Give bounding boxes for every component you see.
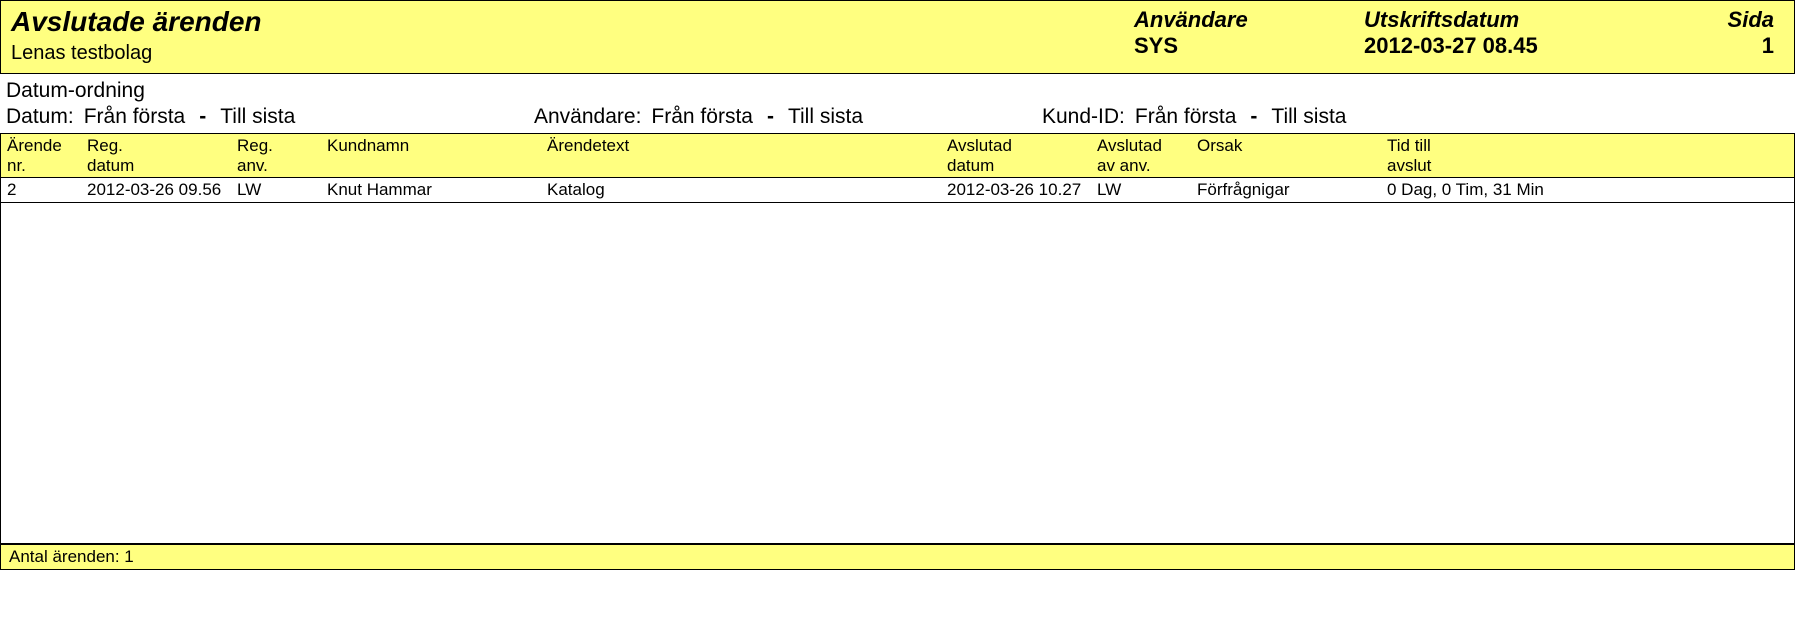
table-body: 2 2012-03-26 09.56 LW Knut Hammar Katalo… [1, 178, 1794, 543]
header-user-col: Användare SYS [1134, 7, 1334, 59]
col-orsak: Orsak [1191, 136, 1381, 175]
header-date-col: Utskriftsdatum 2012-03-27 08.45 [1364, 7, 1684, 59]
col-avslutad-datum: Avslutad datum [941, 136, 1091, 175]
filter-datum: Datum: Från första - Till sista [6, 105, 526, 129]
cell-avsanv: LW [1091, 180, 1191, 200]
filter-kund-from: Från första [1135, 105, 1237, 129]
filter-anv-to: Till sista [788, 105, 863, 129]
count-label: Antal ärenden: 1 [9, 547, 134, 566]
page-value: 1 [1714, 33, 1774, 59]
company-name: Lenas testbolag [11, 42, 1104, 65]
printdate-value: 2012-03-27 08.45 [1364, 33, 1684, 59]
filter-datum-sep: - [195, 105, 210, 129]
filter-datum-to: Till sista [220, 105, 295, 129]
filter-kundid: Kund-ID: Från första - Till sista [1042, 105, 1542, 129]
col-reg-datum: Reg. datum [81, 136, 231, 175]
report-header: Avslutade ärenden Lenas testbolag Använd… [0, 0, 1795, 74]
filter-anv-from: Från första [651, 105, 753, 129]
col-reg-anv: Reg. anv. [231, 136, 321, 175]
sort-order-label: Datum-ordning [6, 78, 1789, 103]
filter-anv-sep: - [763, 105, 778, 129]
header-page-col: Sida 1 [1714, 7, 1784, 59]
user-label: Användare [1134, 7, 1334, 33]
table-header: Ärende nr. Reg. datum Reg. anv. Kundnamn… [1, 134, 1794, 178]
col-kundnamn: Kundnamn [321, 136, 541, 175]
report-footer: Antal ärenden: 1 [0, 544, 1795, 570]
cell-tid: 0 Dag, 0 Tim, 31 Min [1381, 180, 1794, 200]
filter-kund-to: Till sista [1271, 105, 1346, 129]
filter-datum-label: Datum: [6, 105, 74, 129]
col-avslutad-anv: Avslutad av anv. [1091, 136, 1191, 175]
filter-datum-from: Från första [84, 105, 186, 129]
user-value: SYS [1134, 33, 1334, 59]
filter-kund-sep: - [1246, 105, 1261, 129]
cell-avsd: 2012-03-26 10.27 [941, 180, 1091, 200]
cell-orsak: Förfrågnigar [1191, 180, 1381, 200]
col-arende-nr: Ärende nr. [1, 136, 81, 175]
cell-reganv: LW [231, 180, 321, 200]
filter-kund-label: Kund-ID: [1042, 105, 1125, 129]
col-arendetext: Ärendetext [541, 136, 941, 175]
printdate-label: Utskriftsdatum [1364, 7, 1684, 33]
filter-anvandare: Användare: Från första - Till sista [534, 105, 1034, 129]
page-label: Sida [1714, 7, 1774, 33]
report-title: Avslutade ärenden [11, 7, 1104, 38]
header-left: Avslutade ärenden Lenas testbolag [11, 7, 1104, 65]
cell-regd: 2012-03-26 09.56 [81, 180, 231, 200]
table-row: 2 2012-03-26 09.56 LW Knut Hammar Katalo… [1, 178, 1794, 203]
cell-kund: Knut Hammar [321, 180, 541, 200]
col-tid-till-avslut: Tid till avslut [1381, 136, 1794, 175]
filter-section: Datum-ordning Datum: Från första - Till … [0, 74, 1795, 129]
cell-text: Katalog [541, 180, 941, 200]
data-table: Ärende nr. Reg. datum Reg. anv. Kundnamn… [0, 133, 1795, 544]
filter-anv-label: Användare: [534, 105, 641, 129]
cell-nr: 2 [1, 180, 81, 200]
filter-row: Datum: Från första - Till sista Användar… [6, 105, 1789, 129]
